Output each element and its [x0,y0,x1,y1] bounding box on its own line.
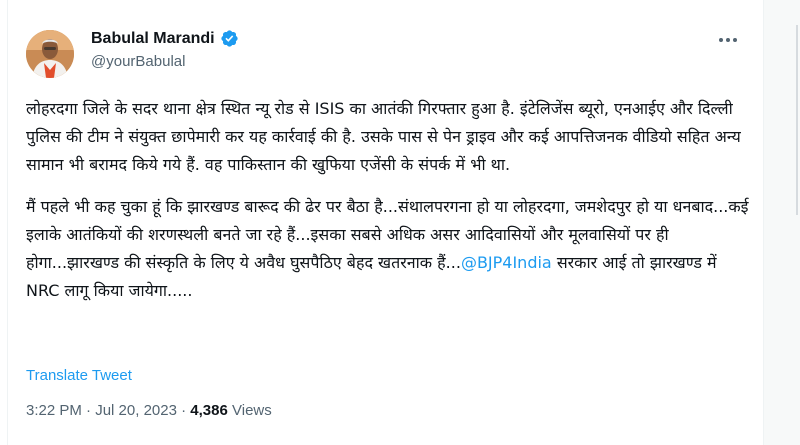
more-options-icon [719,38,737,42]
tweet-time[interactable]: 3:22 PM [26,402,82,419]
tweet-paragraph-2: मैं पहले भी कह चुका हूं कि झारखण्ड बारूद… [26,193,751,305]
left-divider [7,0,8,445]
verified-badge-icon [220,30,238,47]
tweet-date[interactable]: Jul 20, 2023 [95,402,177,419]
tweet-card: Babulal Marandi @yourBabulal लोहरदगा जिल… [0,0,800,445]
more-options-button[interactable] [714,30,742,50]
author-name-row[interactable]: Babulal Marandi [91,29,239,48]
tweet-paragraph-1: लोहरदगा जिले के सदर थाना क्षेत्र स्थित न… [26,99,741,174]
tweet-body: लोहरदगा जिले के सदर थाना क्षेत्र स्थित न… [26,95,751,305]
meta-separator-2: · [176,402,191,419]
tweet-meta: 3:22 PM · Jul 20, 2023 · 4,386 Views [26,402,272,419]
mention-link[interactable]: @BJP4India [461,253,552,272]
profile-photo-icon [26,30,74,78]
author-handle[interactable]: @yourBabulal [91,53,185,70]
avatar[interactable] [26,30,74,78]
meta-separator: · [81,402,96,419]
views-label: Views [227,402,272,419]
translate-tweet-link[interactable]: Translate Tweet [26,367,132,384]
views-count: 4,386 [190,402,228,419]
scrollbar-thumb[interactable] [796,25,798,215]
side-panel-strip [764,0,800,445]
author-display-name[interactable]: Babulal Marandi [91,30,215,48]
